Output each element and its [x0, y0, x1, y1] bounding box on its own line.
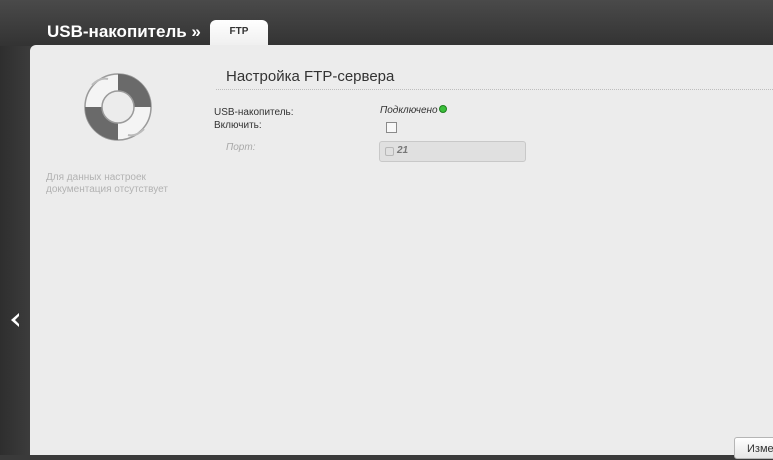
usb-status: Подключено: [380, 105, 447, 116]
usb-drive-label: USB-накопитель:: [214, 107, 294, 118]
lifebuoy-icon: [84, 73, 152, 141]
usb-status-text: Подключено: [380, 105, 438, 116]
port-label: Порт:: [226, 142, 256, 153]
breadcrumb[interactable]: USB-накопитель »: [47, 22, 201, 42]
help-note: Для данных настроек документация отсутст…: [46, 172, 168, 195]
main-content: Для данных настроек документация отсутст…: [30, 45, 773, 459]
collapse-strip[interactable]: [0, 46, 30, 455]
top-bar: USB-накопитель » FTP: [0, 0, 773, 46]
status-dot-icon: [438, 105, 447, 113]
section-divider: [216, 89, 773, 90]
port-input[interactable]: 21: [379, 141, 526, 162]
port-value: 21: [397, 145, 409, 156]
section-title: Настройка FTP-сервера: [226, 68, 395, 85]
enable-label: Включить:: [214, 120, 262, 131]
chevron-left-icon[interactable]: [8, 311, 22, 329]
enable-checkbox[interactable]: [386, 122, 397, 133]
apply-button[interactable]: Изме: [734, 437, 773, 459]
input-marker-icon: [385, 147, 394, 156]
tab-ftp[interactable]: FTP: [210, 20, 268, 46]
